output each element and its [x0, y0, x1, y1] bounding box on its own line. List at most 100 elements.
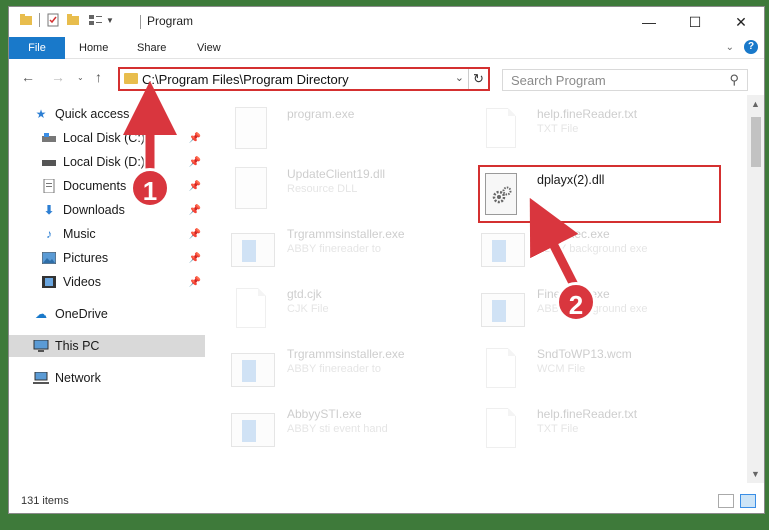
- sidebar-item-label: Downloads: [63, 203, 125, 217]
- separator: [39, 13, 40, 27]
- file-name: gtd.cjk: [287, 287, 322, 301]
- search-placeholder[interactable]: Search Program: [511, 73, 606, 88]
- file-type: ABBY background exe: [537, 243, 648, 255]
- pin-icon[interactable]: 📌: [189, 277, 201, 288]
- folder-icon: [20, 14, 32, 25]
- minimize-button[interactable]: —: [626, 7, 672, 37]
- pictures-icon: [41, 251, 57, 265]
- sidebar-item-pictures[interactable]: Pictures 📌: [9, 247, 205, 269]
- file-type: ABBY sti event hand: [287, 423, 388, 435]
- pin-icon[interactable]: 📌: [189, 205, 201, 216]
- sidebar-item-label: This PC: [55, 339, 100, 353]
- pin-icon[interactable]: 📌: [189, 157, 201, 168]
- sidebar-item-label: Local Disk (D:): [63, 155, 145, 169]
- close-button[interactable]: ✕: [718, 7, 764, 37]
- tab-share[interactable]: Share: [137, 37, 166, 59]
- application-icon: [231, 347, 275, 391]
- file-type: WCM File: [537, 363, 586, 375]
- properties-icon[interactable]: [46, 13, 60, 27]
- document-icon: [231, 287, 271, 331]
- file-name: Trgrammsinstaller.exe: [287, 347, 405, 361]
- sidebar-item-onedrive[interactable]: ☁ OneDrive: [9, 303, 205, 325]
- file-type: ABBY finereader to: [287, 363, 381, 375]
- file-item[interactable]: AbbyySTI.exe ABBY sti event hand: [231, 403, 471, 457]
- search-icon[interactable]: ⚲: [729, 72, 739, 88]
- new-folder-icon[interactable]: [66, 13, 82, 27]
- sidebar-item-label: Network: [55, 371, 101, 385]
- music-icon: ♪: [46, 227, 52, 241]
- status-bar: 131 items: [9, 491, 764, 513]
- maximize-button[interactable]: ☐: [672, 7, 718, 37]
- file-item[interactable]: help.fineReader.txt TXT File: [481, 103, 721, 157]
- address-path[interactable]: C:\Program Files\Program Directory: [142, 72, 349, 87]
- forward-arrow-icon[interactable]: →: [51, 69, 65, 85]
- sidebar-item-network[interactable]: Network: [9, 367, 205, 389]
- application-icon: [231, 227, 275, 271]
- application-icon: [481, 227, 525, 271]
- quick-access-toolbar: ▼: [19, 13, 114, 27]
- large-icons-view-icon[interactable]: [740, 494, 756, 508]
- vertical-scrollbar[interactable]: ▲ ▼: [747, 95, 764, 483]
- file-type: ABBY finereader to: [287, 243, 381, 255]
- pin-icon[interactable]: 📌: [189, 133, 201, 144]
- ribbon: File Home Share View ⌄ ?: [9, 37, 764, 91]
- file-name: FineExec.exe: [537, 227, 610, 241]
- title-separator: [140, 15, 141, 29]
- window-title: Program: [147, 14, 194, 28]
- file-type: TXT File: [537, 123, 579, 135]
- step-1-callout: 1: [130, 168, 170, 208]
- refresh-icon[interactable]: ↻: [468, 69, 488, 89]
- file-item[interactable]: FineExec.exe ABBY background exe: [481, 223, 721, 277]
- sidebar-item-downloads[interactable]: ⬇ Downloads 📌: [9, 199, 205, 221]
- file-item[interactable]: Trgrammsinstaller.exe ABBY finereader to: [231, 343, 471, 397]
- navigation-pane: ★ Quick access Local Disk (C:) 📌 Local D…: [9, 95, 205, 475]
- exe-icon: [231, 107, 271, 151]
- drive-icon: [41, 155, 57, 169]
- view-options-icon[interactable]: [88, 13, 104, 27]
- file-item[interactable]: program.exe: [231, 103, 471, 157]
- sidebar-item-quick-access[interactable]: ★ Quick access: [9, 103, 205, 125]
- file-item[interactable]: FineExec.exe ABBY background exe: [481, 283, 721, 337]
- file-item[interactable]: UpdateClient19.dll Resource DLL: [231, 163, 471, 217]
- view-toggle: [718, 494, 756, 508]
- sidebar-item-music[interactable]: ♪ Music 📌: [9, 223, 205, 245]
- scroll-down-icon[interactable]: ▼: [751, 469, 760, 479]
- scroll-thumb[interactable]: [751, 117, 761, 167]
- back-arrow-icon[interactable]: ←: [21, 69, 35, 85]
- up-arrow-icon[interactable]: ↑: [95, 69, 102, 85]
- sidebar-item-documents[interactable]: Documents 📌: [9, 175, 205, 197]
- tab-home[interactable]: Home: [79, 37, 108, 59]
- computer-icon: [33, 339, 49, 353]
- help-icon[interactable]: ?: [744, 40, 758, 54]
- pin-icon[interactable]: 📌: [189, 253, 201, 264]
- sidebar-item-local-disk-c[interactable]: Local Disk (C:) 📌: [9, 127, 205, 149]
- documents-icon: [41, 179, 57, 193]
- scroll-up-icon[interactable]: ▲: [751, 99, 760, 109]
- file-item[interactable]: help.fineReader.txt TXT File: [481, 403, 721, 457]
- search-box[interactable]: Search Program ⚲: [502, 69, 748, 91]
- tab-view[interactable]: View: [197, 37, 221, 59]
- sidebar-item-this-pc[interactable]: This PC: [9, 335, 205, 357]
- cloud-icon: ☁: [35, 307, 47, 321]
- file-item[interactable]: SndToWP13.wcm WCM File: [481, 343, 721, 397]
- customize-toolbar-chevron-icon[interactable]: ▼: [106, 16, 114, 25]
- recent-locations-chevron-icon[interactable]: ⌄: [77, 73, 84, 82]
- document-icon: [481, 407, 521, 451]
- sidebar-item-local-disk-d[interactable]: Local Disk (D:) 📌: [9, 151, 205, 173]
- pin-icon[interactable]: 📌: [189, 181, 201, 192]
- details-view-icon[interactable]: [718, 494, 734, 508]
- expand-ribbon-chevron-icon[interactable]: ⌄: [726, 42, 734, 53]
- address-dropdown-chevron-icon[interactable]: ⌄: [455, 71, 464, 84]
- file-item[interactable]: Trgrammsinstaller.exe ABBY finereader to: [231, 223, 471, 277]
- file-item[interactable]: gtd.cjk CJK File: [231, 283, 471, 337]
- file-explorer-window: ▼ Program — ☐ ✕ File Home Share View ⌄ ?…: [8, 6, 765, 514]
- file-list: program.exe UpdateClient19.dll Resource …: [219, 95, 739, 475]
- sidebar-item-videos[interactable]: Videos 📌: [9, 271, 205, 293]
- sidebar-item-label: Documents: [63, 179, 127, 193]
- selected-file-highlight: [478, 165, 721, 223]
- sidebar-item-label: Pictures: [63, 251, 109, 265]
- dll-gear-icon: [231, 167, 271, 211]
- sidebar-item-label: Local Disk (C:): [63, 131, 145, 145]
- pin-icon[interactable]: 📌: [189, 229, 201, 240]
- address-bar[interactable]: C:\Program Files\Program Directory ⌄ ↻: [118, 67, 490, 91]
